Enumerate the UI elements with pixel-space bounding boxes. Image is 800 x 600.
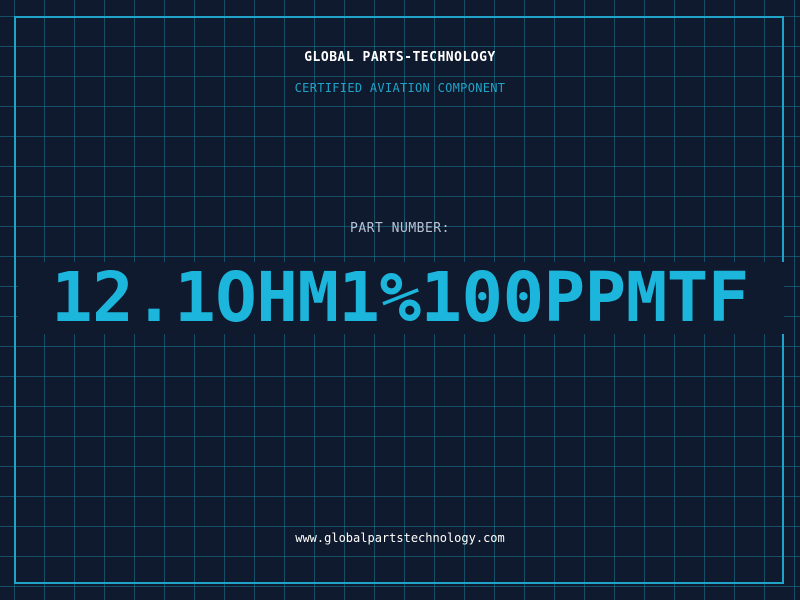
part-number-value: 12.1OHM1%100PPMTF xyxy=(51,258,749,338)
certification-subtitle: CERTIFIED AVIATION COMPONENT xyxy=(294,81,506,95)
certificate-page: GLOBAL PARTS-TECHNOLOGY CERTIFIED AVIATI… xyxy=(0,0,800,600)
company-name: GLOBAL PARTS-TECHNOLOGY xyxy=(304,50,496,65)
website-link[interactable]: www.globalpartstechnology.com xyxy=(0,531,800,545)
part-number-label: PART NUMBER: xyxy=(350,221,450,236)
